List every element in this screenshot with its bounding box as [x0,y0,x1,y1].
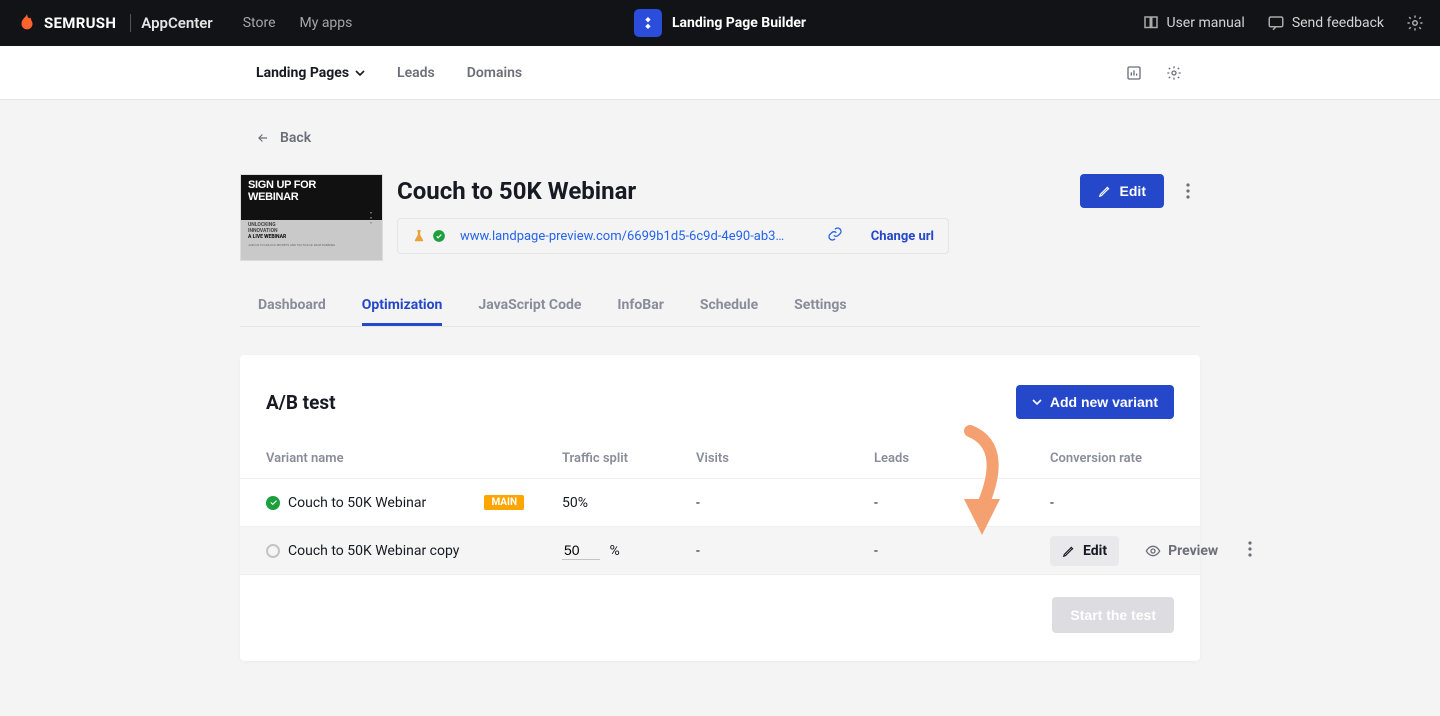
caret-down-icon [1032,397,1042,407]
brand-sub[interactable]: AppCenter [141,14,212,32]
subnav-settings-button[interactable] [1164,63,1184,83]
main-content: Back SIGN UP FOR WEBINAR UNLOCKING INNOV… [0,100,1440,661]
start-test-button[interactable]: Start the test [1052,597,1174,633]
cell-leads: - [874,495,1050,511]
caret-down-icon [355,68,365,78]
pencil-icon [1062,544,1076,558]
flame-icon [16,12,38,34]
cell-visits: - [696,495,874,511]
chat-icon [1267,14,1285,32]
flask-icon [412,229,426,243]
panel-title: A/B test [266,391,336,414]
subnav-domains[interactable]: Domains [467,65,522,81]
add-variant-button[interactable]: Add new variant [1016,385,1174,419]
page-more-button[interactable] [1176,179,1200,203]
book-icon [1142,14,1160,32]
top-header: SEMRUSH AppCenter Store My apps Landing … [0,0,1440,46]
row-more-button[interactable] [1244,537,1256,565]
tab-schedule[interactable]: Schedule [700,287,758,326]
send-feedback-label: Send feedback [1292,15,1384,31]
table-row: Couch to 50K Webinar copy % - - Edit Pre… [240,527,1200,575]
back-label: Back [280,130,311,146]
thumb-sub3: A LIVE WEBINAR [248,234,375,240]
th-variant-name: Variant name [266,451,562,466]
semrush-logo[interactable]: SEMRUSH [16,12,116,34]
thumb-kebab-icon[interactable]: ⋮ [364,210,378,226]
thumb-sub4: JOIN US TO UNLOCK SECRETS AND TACTICS OF… [248,244,375,247]
copy-link-button[interactable] [827,226,843,246]
header-right: User manual Send feedback [1142,14,1425,32]
main-badge: MAIN [484,495,524,510]
variant-name: Couch to 50K Webinar [288,495,426,511]
tabs: Dashboard Optimization JavaScript Code I… [240,287,1200,327]
page-url-link[interactable]: www.landpage-preview.com/6699b1d5-6c9d-4… [460,229,784,244]
nav-store[interactable]: Store [243,15,276,31]
add-variant-label: Add new variant [1050,394,1158,410]
arrow-left-icon [256,131,270,145]
subnav-leads[interactable]: Leads [397,65,435,81]
brand-main: SEMRUSH [44,14,116,32]
subnav-landing-pages[interactable]: Landing Pages [256,65,365,81]
page-thumbnail[interactable]: SIGN UP FOR WEBINAR UNLOCKING INNOVATION… [240,174,383,261]
app-indicator: Landing Page Builder [634,9,806,37]
thumb-line2: WEBINAR [248,192,375,204]
link-icon [827,226,843,242]
cell-split: 50% [562,495,696,511]
nav-myapps[interactable]: My apps [300,15,353,31]
th-visits: Visits [696,451,874,466]
th-conversion: Conversion rate [1050,451,1174,466]
gear-icon [1166,65,1182,81]
divider [130,14,131,32]
gear-icon [1406,14,1424,32]
traffic-split-input[interactable] [562,541,600,560]
cell-visits: - [696,543,874,559]
row-edit-label: Edit [1083,543,1107,559]
tab-optimization[interactable]: Optimization [362,287,443,326]
user-manual-link[interactable]: User manual [1142,14,1245,32]
kebab-icon [1186,183,1190,199]
diamond-icon [640,15,656,31]
url-row: www.landpage-preview.com/6699b1d5-6c9d-4… [397,218,949,254]
ab-test-panel: A/B test Add new variant Variant name Tr… [240,355,1200,661]
sub-nav: Landing Pages Leads Domains [0,46,1440,100]
page-title: Couch to 50K Webinar [397,177,636,205]
cell-conversion: - [1050,495,1174,511]
user-manual-label: User manual [1167,15,1245,31]
empty-circle-icon [266,544,280,558]
tab-infobar[interactable]: InfoBar [617,287,663,326]
cell-leads: - [874,543,1050,559]
top-nav: Store My apps [243,15,353,31]
edit-button-label: Edit [1120,183,1146,199]
eye-icon [1145,543,1161,559]
thumb-line1: SIGN UP FOR [248,180,375,192]
panel-footer: Start the test [240,575,1200,633]
table-head: Variant name Traffic split Visits Leads … [240,439,1200,479]
app-title: Landing Page Builder [672,15,806,31]
edit-button[interactable]: Edit [1080,174,1164,208]
variant-name: Couch to 50K Webinar copy [288,543,459,559]
analytics-icon-button[interactable] [1124,63,1144,83]
tab-javascript[interactable]: JavaScript Code [478,287,581,326]
pencil-icon [1098,184,1112,198]
th-traffic-split: Traffic split [562,451,696,466]
row-preview-button[interactable]: Preview [1133,536,1230,566]
tab-settings[interactable]: Settings [794,287,846,326]
th-leads: Leads [874,451,1050,466]
settings-gear[interactable] [1406,14,1424,32]
send-feedback-link[interactable]: Send feedback [1267,14,1384,32]
percent-symbol: % [609,543,619,559]
kebab-icon [1248,541,1252,557]
change-url-link[interactable]: Change url [871,229,934,244]
row-preview-label: Preview [1168,543,1218,559]
back-link[interactable]: Back [240,130,311,146]
page-head: SIGN UP FOR WEBINAR UNLOCKING INNOVATION… [240,174,1200,261]
check-circle-icon [266,496,280,510]
tab-dashboard[interactable]: Dashboard [258,287,326,326]
app-icon [634,9,662,37]
chart-icon [1126,65,1142,81]
check-circle-icon [432,229,446,243]
subnav-label: Landing Pages [256,65,349,81]
row-edit-button[interactable]: Edit [1050,536,1119,566]
table-row: Couch to 50K Webinar MAIN 50% - - - [240,479,1200,527]
